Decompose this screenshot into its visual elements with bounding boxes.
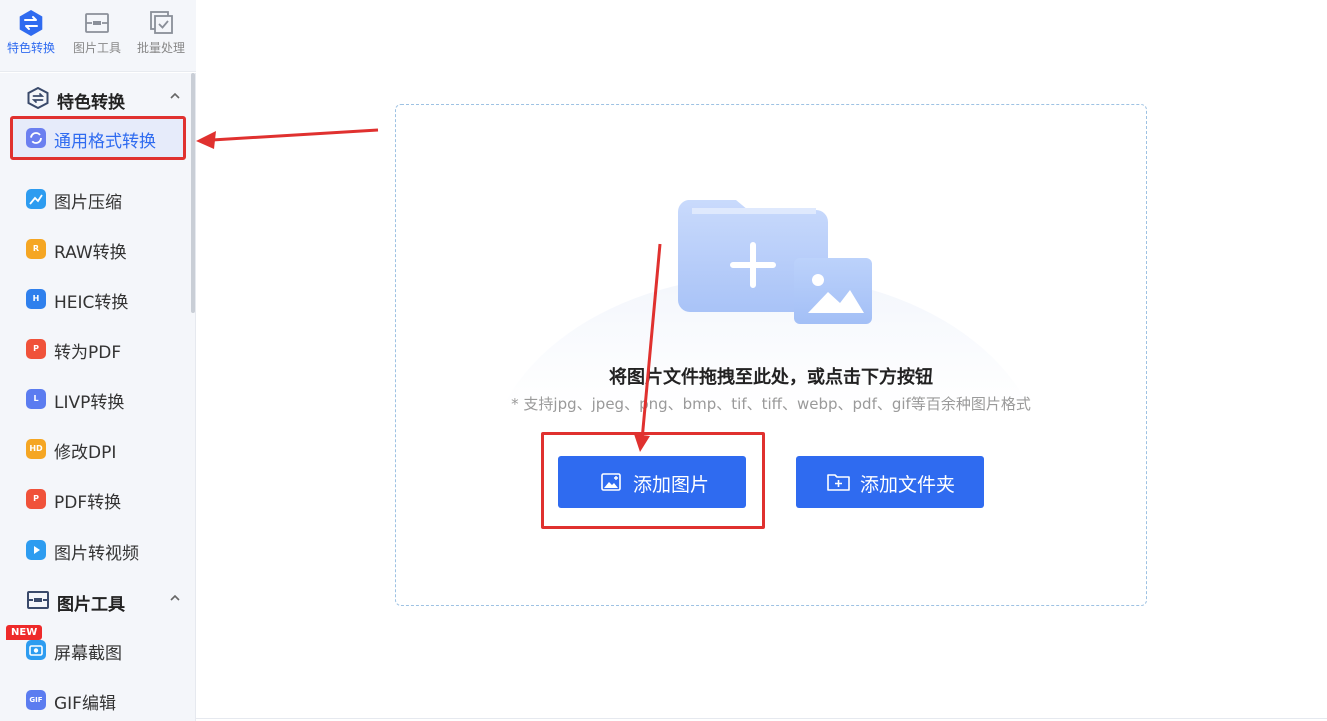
sidebar-item-label: LIVP转换 xyxy=(54,393,125,413)
sidebar-item-screenshot[interactable]: 屏幕截图 xyxy=(10,628,186,672)
drop-zone[interactable]: 将图片文件拖拽至此处，或点击下方按钮 * 支持jpg、jpeg、png、bmp、… xyxy=(395,104,1147,606)
sidebar-item-label: 修改DPI xyxy=(54,443,117,463)
sidebar-item-dpi[interactable]: HD 修改DPI xyxy=(10,427,186,471)
sidebar-item-compress[interactable]: 图片压缩 xyxy=(10,177,186,221)
sidebar-item-gif[interactable]: GIF GIF编辑 xyxy=(10,678,186,721)
group-title: 特色转换 xyxy=(57,93,125,113)
sidebar-item-label: GIF编辑 xyxy=(54,694,116,714)
add-folder-button[interactable]: 添加文件夹 xyxy=(796,456,984,508)
sidebar-item-label: 图片转视频 xyxy=(54,544,139,564)
sidebar: 特色转换 通用格式转换 图片压缩 R RAW转换 H HEIC转换 P 转为PD… xyxy=(0,73,196,721)
gif-icon: GIF xyxy=(26,690,46,710)
folder-plus-icon xyxy=(827,474,850,491)
group-title: 图片工具 xyxy=(57,595,125,615)
sidebar-item-label: HEIC转换 xyxy=(54,293,129,313)
group-image-tools[interactable]: 图片工具 xyxy=(0,579,190,619)
sidebar-item-heic[interactable]: H HEIC转换 xyxy=(10,277,186,321)
sidebar-item-raw[interactable]: R RAW转换 xyxy=(10,227,186,271)
tab-label: 特色转换 xyxy=(6,41,55,55)
pdf-convert-icon: P xyxy=(26,489,46,509)
highlight-box-add-image xyxy=(541,432,765,529)
sidebar-item-label: 屏幕截图 xyxy=(54,644,122,664)
add-folder-label: 添加文件夹 xyxy=(860,474,956,496)
bottom-divider xyxy=(196,718,1327,719)
tab-label: 批量处理 xyxy=(136,41,185,55)
drop-zone-title: 将图片文件拖拽至此处，或点击下方按钮 xyxy=(609,367,933,388)
image-tool-icon xyxy=(85,13,109,33)
video-icon xyxy=(26,540,46,560)
convert-icon xyxy=(19,10,43,36)
sidebar-item-image-to-video[interactable]: 图片转视频 xyxy=(10,528,186,572)
tab-special-convert[interactable]: 特色转换 xyxy=(0,6,62,66)
sidebar-item-label: 通用格式转换 xyxy=(54,132,156,152)
chevron-up-icon[interactable] xyxy=(168,89,182,103)
compress-icon xyxy=(26,189,46,209)
folder-image-illustration-icon xyxy=(677,200,872,324)
dpi-icon: HD xyxy=(26,439,46,459)
sidebar-item-label: 转为PDF xyxy=(54,343,122,363)
screenshot-icon xyxy=(26,640,46,660)
sidebar-item-general-convert[interactable]: 通用格式转换 xyxy=(10,116,186,160)
livp-icon: L xyxy=(26,389,46,409)
refresh-icon xyxy=(26,128,46,148)
convert-icon xyxy=(27,87,49,109)
batch-icon xyxy=(150,11,173,34)
sidebar-item-label: PDF转换 xyxy=(54,493,122,513)
sidebar-item-label: RAW转换 xyxy=(54,243,127,263)
sidebar-item-pdf-convert[interactable]: P PDF转换 xyxy=(10,477,186,521)
group-special-convert[interactable]: 特色转换 xyxy=(0,77,190,117)
sidebar-scrollbar[interactable] xyxy=(191,73,195,313)
top-tab-bar: 特色转换 图片工具 批量处理 xyxy=(0,0,196,72)
supported-formats-text: * 支持jpg、jpeg、png、bmp、tif、tiff、webp、pdf、g… xyxy=(511,395,1031,413)
image-tool-icon xyxy=(27,591,49,609)
sidebar-item-label: 图片压缩 xyxy=(54,193,122,213)
arrow-to-sidebar-icon xyxy=(211,128,379,142)
tab-batch[interactable]: 批量处理 xyxy=(130,6,192,66)
sidebar-item-livp[interactable]: L LIVP转换 xyxy=(10,377,186,421)
sidebar-item-to-pdf[interactable]: P 转为PDF xyxy=(10,327,186,371)
tab-label: 图片工具 xyxy=(72,41,121,55)
chevron-up-icon[interactable] xyxy=(168,591,182,605)
pdf-icon: P xyxy=(26,339,46,359)
tab-image-tools[interactable]: 图片工具 xyxy=(66,6,128,66)
heic-icon: H xyxy=(26,289,46,309)
raw-icon: R xyxy=(26,239,46,259)
arrow-head-icon xyxy=(196,131,216,149)
